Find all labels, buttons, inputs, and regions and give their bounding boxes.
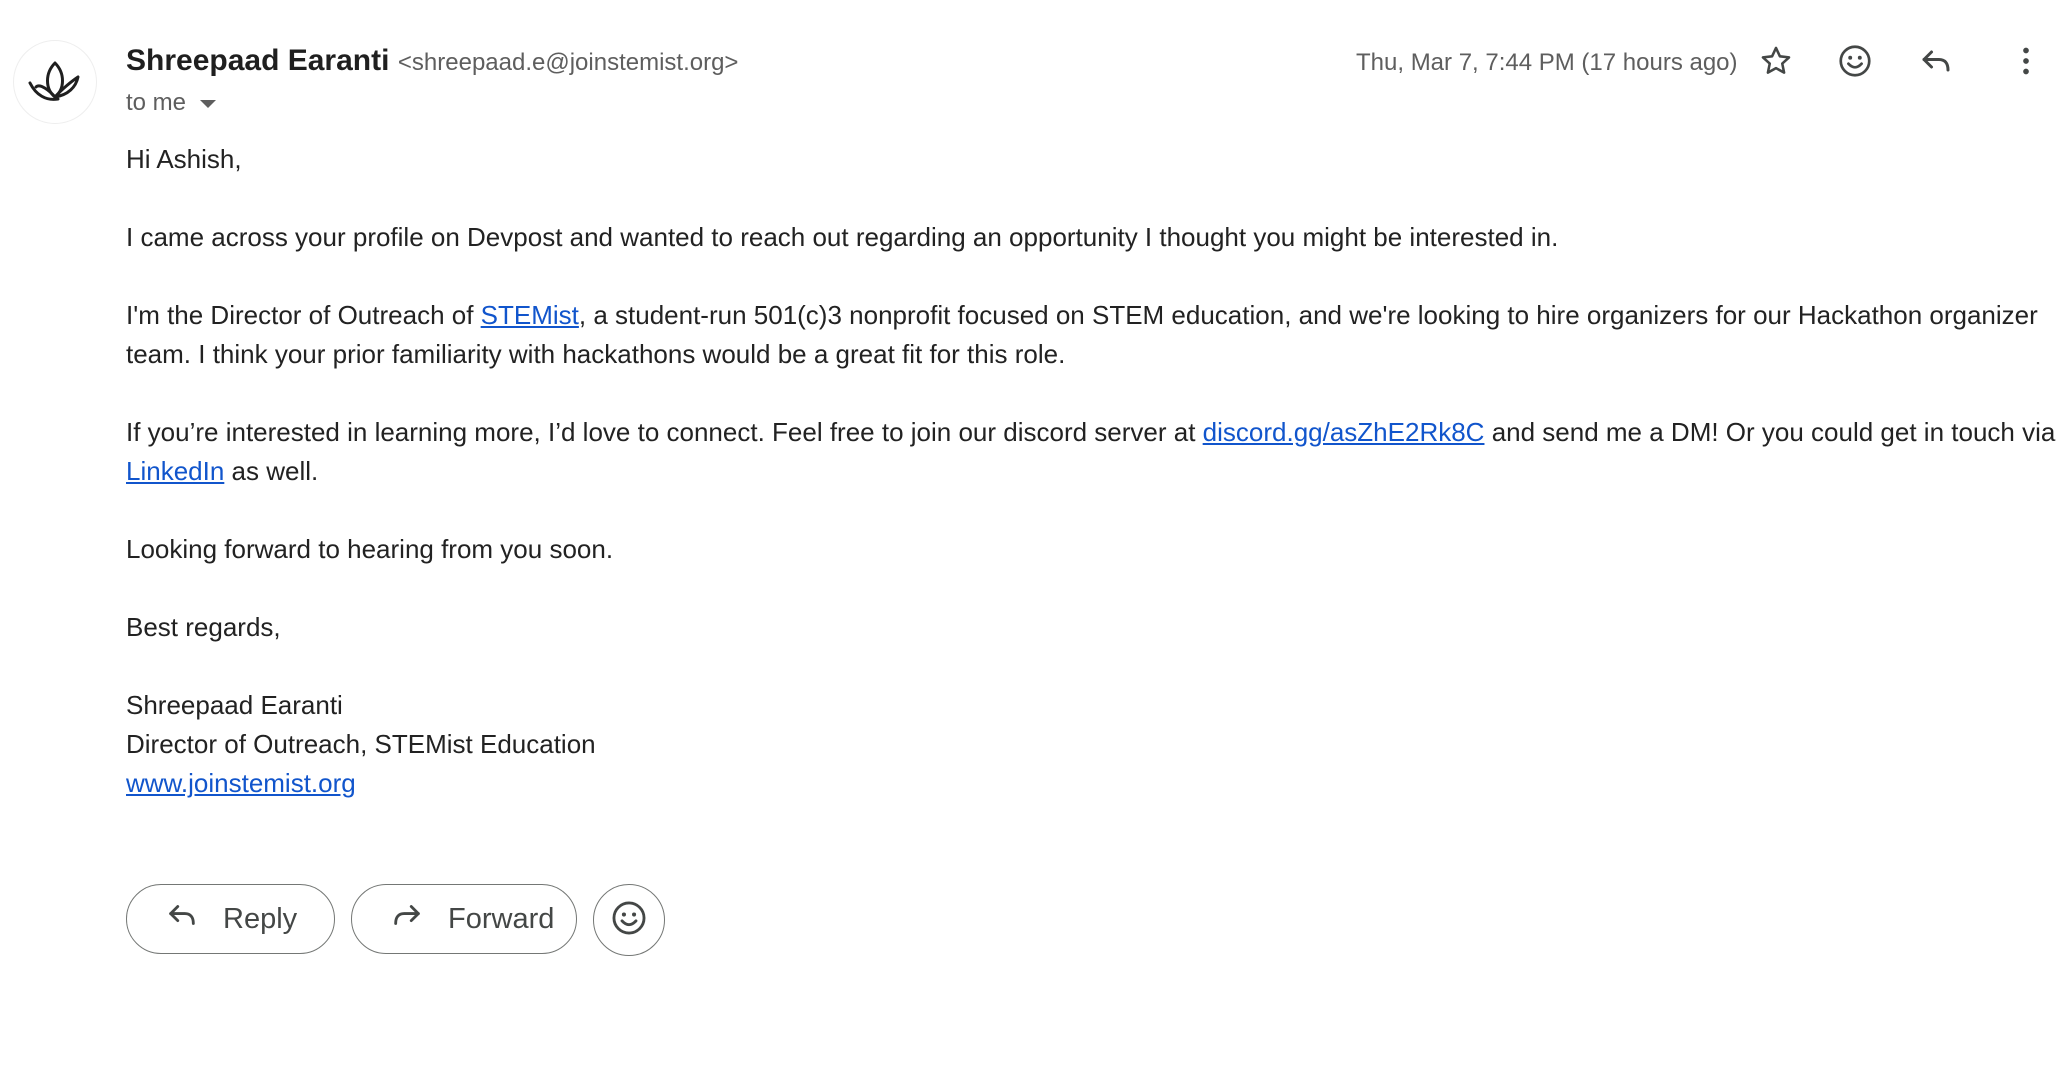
lotus-logo-icon (22, 47, 88, 118)
reply-label: Reply (223, 902, 298, 935)
body-paragraph-3: If you’re interested in learning more, I… (126, 413, 2056, 491)
email-body: Hi Ashish, I came across your profile on… (126, 140, 2056, 803)
timestamp: Thu, Mar 7, 7:44 PM (17 hours ago) (1356, 49, 1738, 76)
reply-icon (165, 898, 199, 940)
signature-name: Shreepaad Earanti (126, 690, 343, 720)
sender-avatar[interactable] (13, 40, 97, 124)
sender-name[interactable]: Shreepaad Earanti (126, 44, 389, 77)
sender-line: Shreepaad Earanti <shreepaad.e@joinstemi… (126, 44, 738, 78)
sender-email: <shreepaad.e@joinstemist.org> (397, 49, 739, 76)
emoji-icon (610, 899, 648, 942)
reply-button[interactable]: Reply (126, 884, 335, 954)
closing: Best regards, (126, 612, 281, 642)
action-bar: Reply Forward (126, 884, 665, 956)
add-reaction-button[interactable] (1830, 38, 1880, 88)
p3-text-mid: and send me a DM! Or you could get in to… (1484, 417, 2056, 447)
linkedin-link[interactable]: LinkedIn (126, 456, 224, 486)
forward-label: Forward (448, 902, 555, 935)
more-options-button[interactable] (2001, 38, 2051, 88)
emoji-icon (1837, 43, 1873, 84)
stemist-link[interactable]: STEMist (481, 300, 579, 330)
body-paragraph-1: I came across your profile on Devpost an… (126, 222, 1559, 252)
body-paragraph-4: Looking forward to hearing from you soon… (126, 534, 614, 564)
reply-button-header[interactable] (1911, 38, 1961, 88)
star-button[interactable] (1751, 38, 1801, 88)
discord-link[interactable]: discord.gg/asZhE2Rk8C (1203, 417, 1485, 447)
caret-down-icon (200, 100, 217, 108)
greeting: Hi Ashish, (126, 144, 242, 174)
p2-text-pre: I'm the Director of Outreach of (126, 300, 481, 330)
body-paragraph-2: I'm the Director of Outreach of STEMist,… (126, 296, 2056, 374)
to-label: to me (126, 89, 187, 116)
emoji-reaction-button[interactable] (593, 884, 665, 956)
reply-icon (1918, 43, 1954, 84)
star-icon (1759, 44, 1793, 83)
recipient-details-toggle[interactable]: to me (126, 89, 217, 117)
forward-icon (390, 898, 424, 940)
more-vert-icon (2008, 43, 2044, 84)
p3-text-pre: If you’re interested in learning more, I… (126, 417, 1203, 447)
website-link[interactable]: www.joinstemist.org (126, 768, 356, 798)
forward-button[interactable]: Forward (351, 884, 577, 954)
p3-text-post: as well. (224, 456, 319, 486)
signature-title: Director of Outreach, STEMist Education (126, 729, 596, 759)
